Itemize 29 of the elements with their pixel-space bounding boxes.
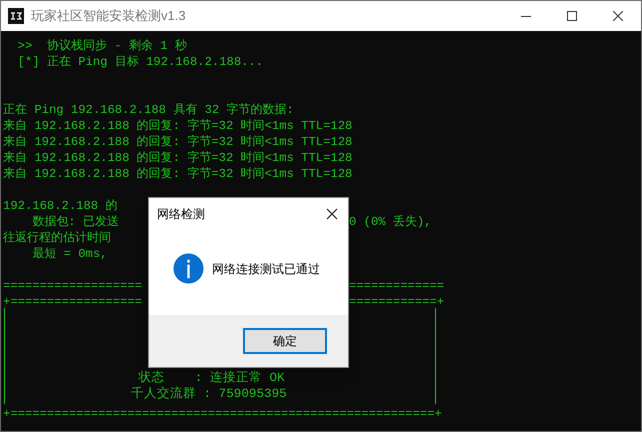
console-line: 数据包: 已发送 (31, 215, 119, 229)
console-line: +================== (3, 295, 142, 309)
console-line: 正在 Ping 192.168.2.188 具有 32 字节的数据: (3, 103, 294, 117)
console-line: 来自 192.168.2.188 的回复: 字节=32 时间<1ms TTL=128 (3, 151, 352, 165)
console-line: 192.168.2.188 的 (3, 199, 118, 213)
console-line: +==========================================================+ (3, 407, 442, 421)
console-line: 状态 : 连接正常 OK (137, 370, 285, 386)
app-logo-icon (8, 8, 24, 24)
info-icon (173, 253, 204, 284)
console-line: 千人交流群 : 759095395 (131, 386, 287, 402)
close-button[interactable] (326, 208, 338, 220)
console-line: 来自 192.168.2.188 的回复: 字节=32 时间<1ms TTL=128 (3, 119, 352, 133)
maximize-icon (567, 11, 577, 21)
console-line: [*] 正在 Ping 目标 192.168.2.188... (16, 55, 264, 69)
dialog-message: 网络连接测试已通过 (212, 260, 320, 278)
close-icon (326, 208, 338, 220)
dialog-title: 网络检测 (157, 206, 205, 223)
console-line: ============+ (349, 294, 444, 310)
console-line: 来自 192.168.2.188 的回复: 字节=32 时间<1ms TTL=128 (3, 167, 352, 181)
ok-button[interactable]: 确定 (243, 328, 327, 354)
console-line: ============= (349, 278, 444, 294)
console-line: 来自 192.168.2.188 的回复: 字节=32 时间<1ms TTL=128 (3, 135, 352, 149)
close-icon (613, 11, 623, 21)
console-line: =================== (3, 279, 142, 293)
console-line: >> 协议栈同步 - 剩余 1 秒 (16, 39, 187, 53)
console-line: 0 (0% 丢失), (349, 214, 432, 230)
window-title: 玩家社区智能安装检测v1.3 (31, 7, 186, 26)
console-line: 往返行程的估计时间 (3, 231, 111, 245)
console-line: 最短 = 0ms, (31, 247, 108, 261)
